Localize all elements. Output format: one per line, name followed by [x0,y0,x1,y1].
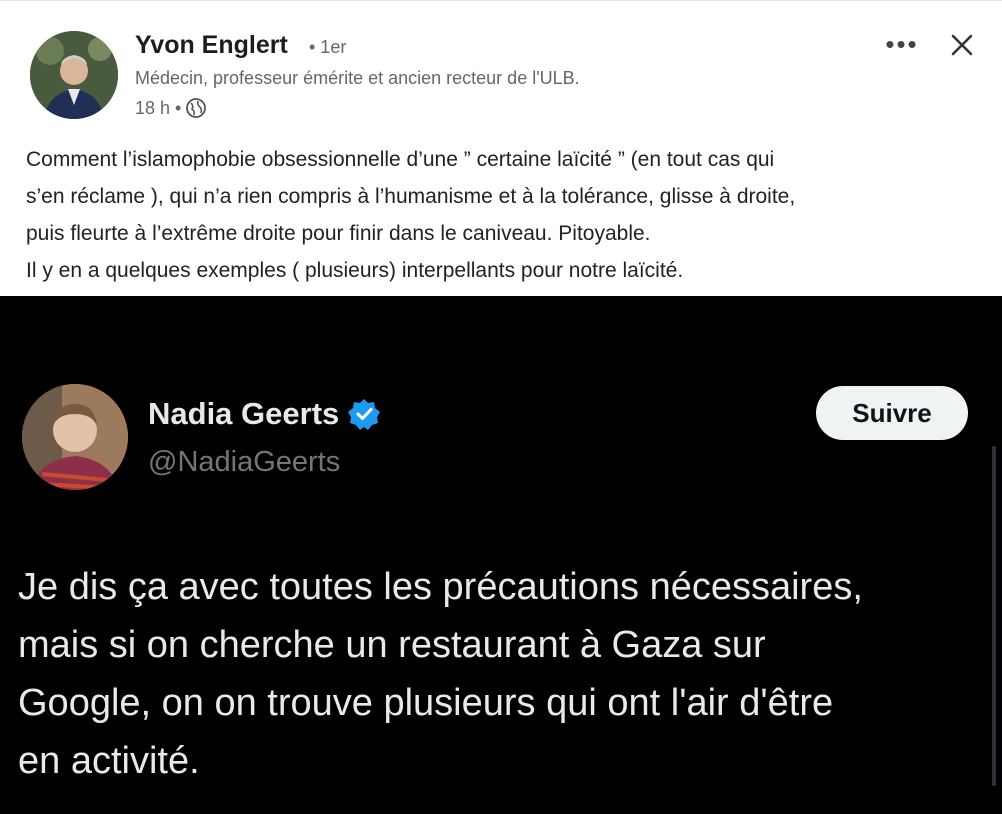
connection-degree: • 1er [309,37,347,57]
post-text-line: Comment l’islamophobie obsessionnelle d’… [26,148,775,171]
author-name[interactable]: Yvon Englert [135,31,288,60]
tweet-author-handle[interactable]: @NadiaGeerts [148,446,340,479]
post-time: 18 h • [135,97,182,118]
more-options-button[interactable]: ••• [882,27,922,61]
tweet-text-line: Google, on on trouve plusieurs qui ont l… [18,682,834,724]
globe-icon [185,97,207,119]
tweet-author-name-text: Nadia Geerts [148,396,340,431]
close-icon[interactable] [944,27,980,63]
tweet-scrollbar [992,446,996,786]
post-text-line: s’en réclame ), qui n’a rien compris à l… [26,185,796,208]
follow-button[interactable]: Suivre [816,386,968,440]
tweet-author-avatar[interactable] [22,384,128,490]
embedded-tweet-image[interactable]: Nadia Geerts @NadiaGeerts Suivre Je dis … [0,296,1002,814]
post-body-text: Comment l’islamophobie obsessionnelle d’… [26,141,986,289]
author-avatar[interactable] [30,31,118,119]
tweet-text-line: en activité. [18,740,200,782]
post-text-line: Il y en a quelques exemples ( plusieurs)… [26,259,684,282]
tweet-text-line: mais si on cherche un restaurant à Gaza … [18,624,766,666]
tweet-author-name[interactable]: Nadia Geerts [148,396,381,432]
verified-badge-icon [347,397,381,431]
post-text-line: puis fleurte à l’extrême droite pour fin… [26,222,651,245]
author-headline: Médecin, professeur émérite et ancien re… [135,68,580,88]
tweet-text-line: Je dis ça avec toutes les précautions né… [18,566,863,608]
linkedin-post-header: Yvon Englert • 1er Médecin, professeur é… [0,0,1002,297]
post-meta: 18 h • [135,97,207,119]
tweet-body-text: Je dis ça avec toutes les précautions né… [18,558,978,790]
